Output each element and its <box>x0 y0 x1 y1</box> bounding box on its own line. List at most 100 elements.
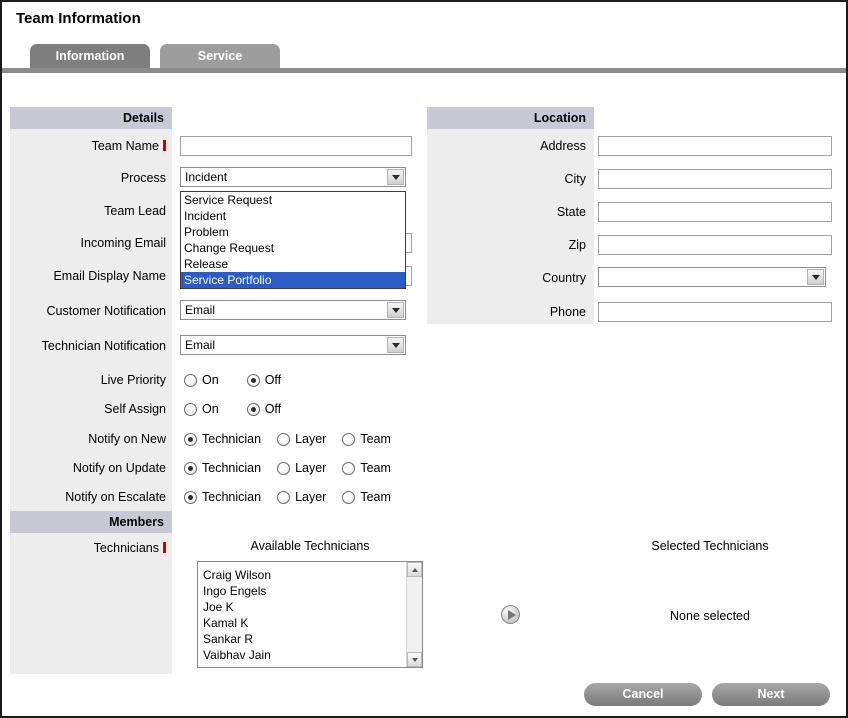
process-select[interactable]: Incident <box>180 167 406 187</box>
live-priority-radio-group: On Off <box>184 370 281 390</box>
technician-list-item[interactable]: Kamal K <box>198 615 422 631</box>
notify-on-escalate-technician-radio[interactable] <box>184 491 197 504</box>
team-name-input[interactable] <box>180 136 412 156</box>
live-priority-label: Live Priority <box>10 370 166 390</box>
chevron-down-icon <box>812 275 820 280</box>
self-assign-label: Self Assign <box>10 399 166 419</box>
country-dropdown-button[interactable] <box>807 269 824 285</box>
notify-on-update-layer-radio[interactable] <box>277 462 290 475</box>
arrow-up-icon <box>412 568 418 572</box>
country-label: Country <box>427 268 586 288</box>
technician-notification-dropdown-button[interactable] <box>387 337 404 353</box>
chevron-down-icon <box>392 343 400 348</box>
country-select[interactable] <box>598 267 826 287</box>
live-priority-on-radio[interactable] <box>184 374 197 387</box>
technician-list-item[interactable]: Vaibhav Jain <box>198 647 422 663</box>
process-option-incident[interactable]: Incident <box>181 208 405 224</box>
move-right-button[interactable] <box>501 605 520 624</box>
process-dropdown-button[interactable] <box>387 169 404 185</box>
process-option-change-request[interactable]: Change Request <box>181 240 405 256</box>
required-indicator <box>163 140 166 151</box>
details-label-column <box>10 107 172 674</box>
process-select-value: Incident <box>185 169 227 186</box>
live-priority-off-label: Off <box>265 373 281 387</box>
city-input[interactable] <box>598 169 832 189</box>
notify-on-update-team-radio[interactable] <box>342 462 355 475</box>
self-assign-off-radio[interactable] <box>247 403 260 416</box>
team-name-label: Team Name <box>92 139 159 153</box>
live-priority-on-label: On <box>202 373 219 387</box>
notify-on-new-layer-label: Layer <box>295 432 326 446</box>
notify-on-update-technician-radio[interactable] <box>184 462 197 475</box>
live-priority-off-radio[interactable] <box>247 374 260 387</box>
self-assign-radio-group: On Off <box>184 399 281 419</box>
address-input[interactable] <box>598 136 832 156</box>
notify-on-new-team-radio[interactable] <box>342 433 355 446</box>
notify-on-new-label: Notify on New <box>10 429 166 449</box>
page-title: Team Information <box>16 10 141 27</box>
technician-list-item[interactable]: Joe K <box>198 599 422 615</box>
notify-on-escalate-team-label: Team <box>360 490 391 504</box>
notify-on-escalate-team-radio[interactable] <box>342 491 355 504</box>
process-label: Process <box>10 168 166 188</box>
tab-service[interactable]: Service <box>160 44 280 68</box>
tab-strip-underline <box>2 68 846 73</box>
notify-on-escalate-layer-radio[interactable] <box>277 491 290 504</box>
email-display-name-label: Email Display Name <box>10 266 166 286</box>
tab-information[interactable]: Information <box>30 44 150 68</box>
play-right-icon <box>508 610 516 620</box>
notify-on-update-radio-group: Technician Layer Team <box>184 458 391 478</box>
notify-on-new-technician-radio[interactable] <box>184 433 197 446</box>
available-technicians-label: Available Technicians <box>197 539 423 553</box>
self-assign-on-label: On <box>202 402 219 416</box>
process-option-problem[interactable]: Problem <box>181 224 405 240</box>
available-technicians-list[interactable]: Craig Wilson Ingo Engels Joe K Kamal K S… <box>197 561 423 668</box>
notify-on-escalate-technician-label: Technician <box>202 490 261 504</box>
process-option-service-portfolio[interactable]: Service Portfolio <box>181 272 405 288</box>
required-indicator <box>163 542 166 553</box>
notify-on-escalate-layer-label: Layer <box>295 490 326 504</box>
state-input[interactable] <box>598 202 832 222</box>
next-button[interactable]: Next <box>712 683 830 706</box>
notify-on-update-team-label: Team <box>360 461 391 475</box>
technician-notification-select[interactable]: Email <box>180 335 406 355</box>
members-section-header: Members <box>10 511 172 533</box>
chevron-down-icon <box>392 175 400 180</box>
self-assign-on-radio[interactable] <box>184 403 197 416</box>
scroll-up-button[interactable] <box>407 562 422 577</box>
process-option-service-request[interactable]: Service Request <box>181 192 405 208</box>
notify-on-new-technician-label: Technician <box>202 432 261 446</box>
zip-input[interactable] <box>598 235 832 255</box>
notify-on-update-technician-label: Technician <box>202 461 261 475</box>
customer-notification-select[interactable]: Email <box>180 300 406 320</box>
incoming-email-label: Incoming Email <box>10 233 166 253</box>
customer-notification-dropdown-button[interactable] <box>387 302 404 318</box>
address-label: Address <box>427 136 586 156</box>
technician-notification-label: Technician Notification <box>10 336 166 356</box>
phone-input[interactable] <box>598 302 832 322</box>
city-label: City <box>427 169 586 189</box>
notify-on-escalate-radio-group: Technician Layer Team <box>184 487 391 507</box>
technician-list-item[interactable]: Sankar R <box>198 631 422 647</box>
technician-notification-value: Email <box>185 337 215 354</box>
team-lead-label: Team Lead <box>10 201 166 221</box>
notify-on-update-layer-label: Layer <box>295 461 326 475</box>
self-assign-off-label: Off <box>265 402 281 416</box>
selected-technicians-empty: None selected <box>598 609 822 623</box>
details-section-header: Details <box>10 107 172 129</box>
notify-on-update-label: Notify on Update <box>10 458 166 478</box>
chevron-down-icon <box>392 308 400 313</box>
listbox-scrollbar[interactable] <box>406 562 422 667</box>
selected-technicians-label: Selected Technicians <box>598 539 822 553</box>
notify-on-new-team-label: Team <box>360 432 391 446</box>
process-option-release[interactable]: Release <box>181 256 405 272</box>
technicians-label: Technicians <box>94 541 159 555</box>
technician-list-item[interactable]: Craig Wilson <box>198 567 422 583</box>
location-section-header: Location <box>427 107 594 129</box>
notify-on-new-layer-radio[interactable] <box>277 433 290 446</box>
phone-label: Phone <box>427 302 586 322</box>
technician-list-item[interactable]: Ingo Engels <box>198 583 422 599</box>
cancel-button[interactable]: Cancel <box>584 683 702 706</box>
zip-label: Zip <box>427 235 586 255</box>
scroll-down-button[interactable] <box>407 652 422 667</box>
